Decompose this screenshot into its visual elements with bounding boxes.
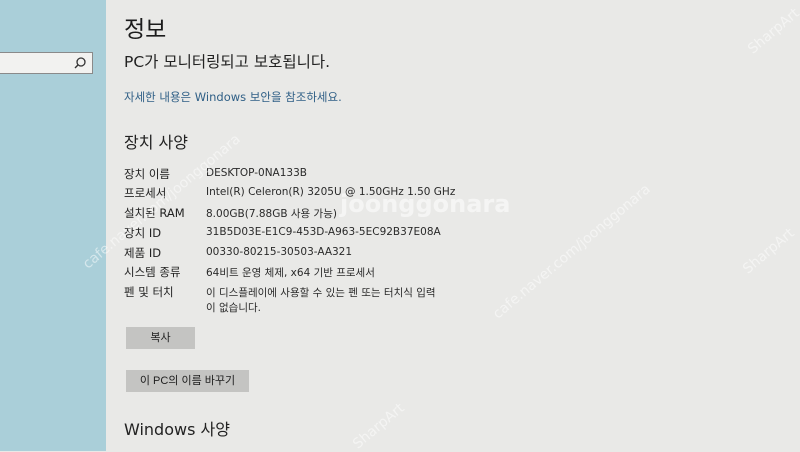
spec-label-device-name: 장치 이름 (124, 167, 170, 181)
device-specs-heading: 장치 사양 (124, 133, 188, 152)
spec-label-system-type: 시스템 종류 (124, 265, 181, 279)
settings-sidebar (0, 0, 106, 451)
spec-label-ram: 설치된 RAM (124, 206, 185, 220)
spec-value-device-name: DESKTOP-0NA133B (206, 167, 307, 179)
spec-value-processor: Intel(R) Celeron(R) 3205U @ 1.50GHz 1.50… (206, 186, 456, 198)
spec-label-pen-touch: 펜 및 터치 (124, 285, 174, 299)
spec-value-pen-touch: 이 디스플레이에 사용할 수 있는 펜 또는 터치식 입력 (206, 287, 436, 299)
spec-value-ram: 8.00GB(7.88GB 사용 가능) (206, 208, 337, 220)
windows-specs-heading: Windows 사양 (124, 420, 230, 439)
spec-value-device-id: 31B5D03E-E1C9-453D-A963-5EC92B37E08A (206, 226, 441, 238)
settings-search-input[interactable] (0, 52, 93, 74)
about-page: 정보 PC가 모니터링되고 보호됩니다. 자세한 내용은 Windows 보안을… (124, 0, 800, 451)
spec-value-system-type: 64비트 운영 체제, x64 기반 프로세서 (206, 267, 375, 279)
copy-button[interactable]: 복사 (126, 327, 195, 349)
spec-value-pen-touch-line2: 이 없습니다. (206, 302, 261, 314)
rename-pc-button[interactable]: 이 PC의 이름 바꾸기 (126, 370, 249, 392)
protection-status-text: PC가 모니터링되고 보호됩니다. (124, 53, 331, 71)
page-title: 정보 (124, 17, 167, 43)
spec-label-processor: 프로세서 (124, 186, 167, 200)
windows-security-link[interactable]: 자세한 내용은 Windows 보안을 참조하세요. (124, 89, 342, 105)
search-icon[interactable] (73, 56, 87, 70)
spec-value-product-id: 00330-80215-30503-AA321 (206, 246, 353, 258)
spec-label-device-id: 장치 ID (124, 226, 162, 240)
spec-label-product-id: 제품 ID (124, 246, 162, 260)
